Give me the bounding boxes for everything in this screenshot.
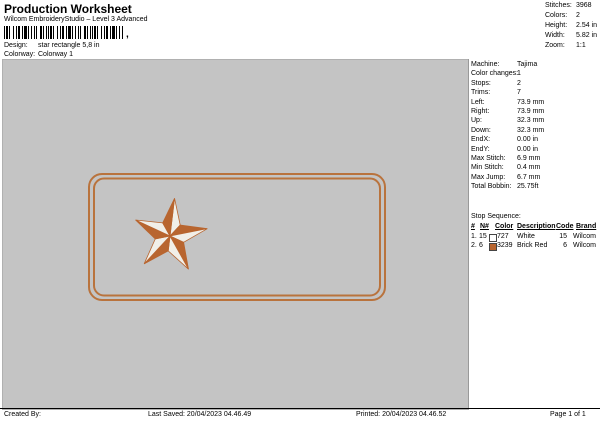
footer-last-saved: Last Saved: 20/04/2023 04.46.49 [148,411,252,418]
machine-info-value: 32.3 mm [517,117,545,125]
machine-info-label: Total Bobbin: [471,183,512,191]
software-subtitle: Wilcom EmbroideryStudio – Level 3 Advanc… [4,16,148,23]
machine-info-value: 73.9 mm [517,108,545,115]
design-label: Design: [4,42,28,49]
stat-stitches-label: Stitches: [545,2,572,9]
machine-info-value: Tajima [517,61,538,68]
stop-description: White [517,233,535,240]
info-panel: Machine: Tajima Color changes: 1 Stops: 2 Trim… [468,59,600,408]
stat-width-value: 5.82 in [576,32,598,39]
stat-colors-value: 2 [576,12,580,19]
machine-info-value: 25.75ft [517,183,539,191]
machine-info-label: Max Stitch: [471,155,506,162]
machine-info-label: EndY: [471,145,490,153]
machine-info-label: Color changes: [471,70,519,78]
footer-printed: Printed: 20/04/2023 04.46.52 [356,411,447,418]
stop-needle: 6 [479,242,483,249]
machine-info-label: Machine: [471,61,500,68]
page-title: Production Worksheet [4,2,132,16]
machine-info-value: 32.3 mm [517,126,545,134]
machine-info-value: 7 [517,89,521,97]
design-preview [88,173,386,301]
machine-info-label: EndX: [471,136,491,144]
stop-brand: Wilcom [573,242,596,249]
stop-description: Brick Red [517,242,548,249]
star-icon [135,198,208,270]
color-swatch [489,233,497,242]
machine-info-label: Right: [471,108,490,115]
machine-info-label: Min Stitch: [471,164,504,172]
machine-info-label: Down: [471,126,491,134]
machine-info-value: 73.9 mm [517,98,545,106]
machine-info-label: Max Jump: [471,173,506,181]
machine-info-label: Left: [471,98,485,106]
stop-col-brand: Brand [576,223,597,230]
stat-height-value: 2.54 in [576,22,598,29]
stat-colors-label: Colors: [545,12,568,19]
machine-info-value: 0.00 in [517,136,539,144]
stop-col-num: # [471,223,475,230]
stop-brand: Wilcom [573,233,596,240]
stop-color-code: 727 [497,233,509,240]
machine-info-value: 0.4 mm [517,164,541,172]
color-swatch [489,242,497,251]
machine-info-value: 2 [517,79,521,87]
machine-info-value: 6.9 mm [517,155,541,162]
stop-col-color: Color [495,223,514,230]
stat-stitches-value: 3968 [576,2,592,9]
stat-width-label: Width: [545,32,565,39]
stop-code: 15 [559,233,567,240]
barcode-right [137,24,437,38]
colorway-label: Colorway: [4,51,36,58]
outer-border-outline [88,173,386,301]
footer-divider [0,408,600,409]
design-canvas [2,59,469,410]
stop-needle: 15 [479,233,487,240]
stop-col-code: Code [556,223,574,230]
machine-info-value: 0.00 in [517,145,539,153]
machine-info-value: 1 [517,70,521,78]
barcode-suffix: , [126,29,129,40]
machine-info-label: Trims: [471,89,491,97]
stop-col-description: Description [517,223,556,230]
machine-info-label: Up: [471,117,482,125]
stat-zoom-value: 1:1 [576,42,586,49]
stat-zoom-label: Zoom: [545,42,565,49]
stop-num: 1. [471,233,477,240]
machine-info-value: 6.7 mm [517,173,541,181]
footer-page: Page 1 of 1 [550,411,586,418]
stop-col-needle: N# [480,223,489,230]
stat-height-label: Height: [545,22,568,29]
design-value: star rectangle 5,8 in [38,42,100,49]
stop-color-code: 3239 [497,242,513,249]
stop-sequence-title: Stop Sequence: [471,213,521,220]
colorway-value: Colorway 1 [38,51,74,58]
footer-created-by: Created By: [4,411,41,418]
inner-border-outline [93,177,381,297]
stop-num: 2. [471,242,477,249]
top-stats: Stitches: 3968 Colors: 2 Height: 2.54 in… [545,2,599,50]
barcode [4,24,130,39]
machine-info-label: Stops: [471,79,491,87]
stop-code: 6 [563,242,567,249]
